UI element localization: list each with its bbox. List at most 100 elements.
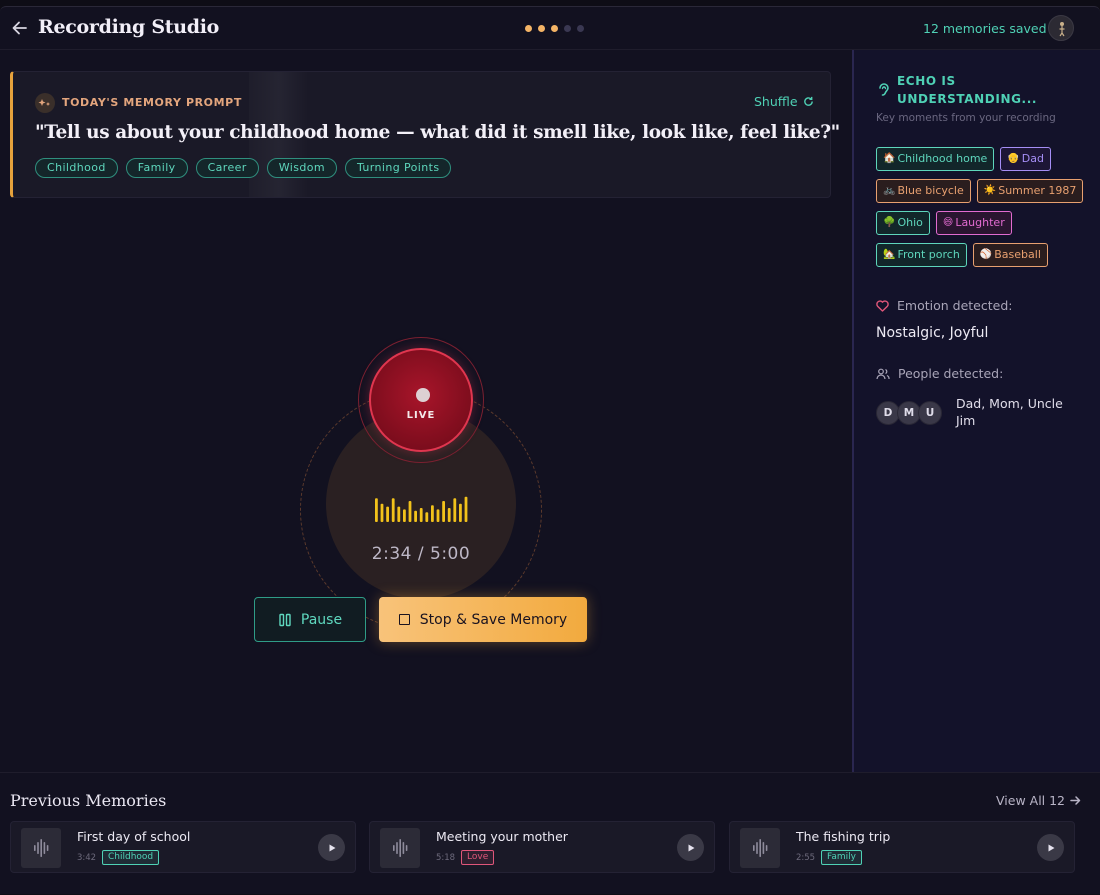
memories-saved-count: 12 memories saved bbox=[923, 21, 1047, 36]
chip-label: Ohio bbox=[897, 216, 923, 229]
prompt-question: "Tell us about your childhood home — wha… bbox=[35, 122, 840, 143]
refresh-icon bbox=[803, 96, 813, 106]
memory-tag: Family bbox=[821, 850, 862, 865]
stop-save-button[interactable]: Stop & Save Memory bbox=[379, 597, 587, 642]
thumb-wave-bar bbox=[759, 839, 761, 857]
key-moment-chip[interactable]: 🏡 Front porch bbox=[876, 243, 967, 267]
tag-career[interactable]: Career bbox=[195, 158, 259, 178]
play-icon bbox=[1048, 844, 1054, 851]
waveform-icon bbox=[34, 839, 49, 857]
page-title: Recording Studio bbox=[38, 16, 220, 38]
key-moment-chip[interactable]: 🏠 Childhood home bbox=[876, 147, 995, 171]
view-all-link[interactable]: View All 12 bbox=[996, 793, 1081, 808]
pause-icon bbox=[279, 613, 291, 626]
user-avatar[interactable] bbox=[1048, 15, 1074, 41]
waveform-icon bbox=[753, 839, 768, 857]
chip-label: Summer 1987 bbox=[998, 184, 1077, 197]
thumb-wave-bar bbox=[405, 845, 408, 851]
key-moment-chip[interactable]: 🌳 Ohio bbox=[876, 211, 930, 235]
thumb-wave-bar bbox=[396, 842, 398, 854]
chip-label: Childhood home bbox=[897, 152, 988, 165]
chip-label: Baseball bbox=[994, 248, 1041, 261]
waveform-icon bbox=[393, 839, 408, 857]
memory-title: The fishing trip bbox=[796, 829, 891, 844]
memory-thumbnail bbox=[21, 828, 61, 868]
waveform-bar bbox=[391, 498, 395, 522]
waveform-bar bbox=[464, 496, 468, 522]
audio-waveform bbox=[375, 496, 468, 522]
chip-emoji-icon: ☀️ bbox=[983, 185, 997, 196]
memory-card[interactable]: Meeting your mother 5:18 Love bbox=[369, 821, 715, 873]
key-moment-chip[interactable]: 🚲 Blue bicycle bbox=[876, 179, 971, 203]
chip-emoji-icon: ⚾ bbox=[979, 249, 993, 260]
chip-emoji-icon: 🏡 bbox=[883, 249, 896, 260]
shuffle-button[interactable]: Shuffle bbox=[754, 94, 814, 109]
tag-childhood[interactable]: Childhood bbox=[35, 158, 118, 178]
tag-wisdom[interactable]: Wisdom bbox=[266, 158, 337, 178]
thumb-wave-bar bbox=[46, 845, 49, 851]
people-label-row: People detected: bbox=[876, 366, 1003, 381]
chip-label: Blue bicycle bbox=[897, 184, 964, 197]
chip-label: Laughter bbox=[955, 216, 1005, 229]
thumb-wave-bar bbox=[37, 842, 39, 854]
back-arrow-icon[interactable] bbox=[10, 18, 30, 38]
play-button[interactable] bbox=[677, 834, 704, 861]
profile-figure-icon bbox=[1059, 22, 1065, 37]
memory-card[interactable]: First day of school 3:42 Childhood bbox=[10, 821, 356, 873]
key-moment-chips: 🏠 Childhood home 👴 Dad 🚲 Blue bicycle ☀️ Summer… bbox=[876, 147, 1096, 267]
echo-insights-panel: ECHO IS UNDERSTANDING... Key moments fro… bbox=[852, 50, 1100, 772]
record-dot-icon bbox=[416, 388, 430, 402]
memory-card[interactable]: The fishing trip 2:55 Family bbox=[729, 821, 1075, 873]
live-record-button[interactable]: LIVE bbox=[369, 348, 473, 452]
waveform-bar bbox=[403, 509, 406, 522]
stop-save-label: Stop & Save Memory bbox=[419, 611, 568, 628]
emotion-value: Nostalgic, Joyful bbox=[876, 325, 989, 341]
play-button[interactable] bbox=[318, 834, 345, 861]
prompt-tags: Childhood Family Career Wisdom Turning P… bbox=[35, 158, 452, 178]
thumb-wave-bar bbox=[753, 845, 755, 851]
memory-duration: 2:55 bbox=[796, 853, 816, 863]
progress-dot bbox=[564, 25, 571, 32]
waveform-bar bbox=[442, 501, 445, 522]
memory-thumbnail bbox=[740, 828, 780, 868]
waveform-bar bbox=[436, 509, 440, 522]
recording-studio-window: Recording Studio 12 memories saved TODAY… bbox=[0, 6, 1100, 894]
waveform-bar bbox=[459, 503, 462, 522]
pause-button[interactable]: Pause bbox=[254, 597, 366, 642]
chip-label: Dad bbox=[1021, 152, 1044, 165]
key-moment-chip[interactable]: 👴 Dad bbox=[1000, 147, 1051, 171]
view-all-label: View All 12 bbox=[996, 793, 1066, 808]
prompt-label: TODAY'S MEMORY PROMPT bbox=[62, 96, 242, 109]
key-moment-chip[interactable]: ☀️ Summer 1987 bbox=[976, 179, 1084, 203]
tag-turning-points[interactable]: Turning Points bbox=[344, 158, 452, 178]
chip-label: Front porch bbox=[897, 248, 960, 261]
recording-timer: 2:34 / 5:00 bbox=[371, 544, 471, 564]
play-icon bbox=[688, 844, 694, 851]
waveform-bar bbox=[419, 508, 423, 522]
memory-title: First day of school bbox=[77, 829, 191, 844]
progress-dots bbox=[525, 25, 584, 32]
progress-dot bbox=[525, 25, 532, 32]
key-moment-chip[interactable]: ⚾ Baseball bbox=[972, 243, 1048, 267]
people-names: Dad, Mom, Uncle Jim bbox=[956, 396, 1063, 428]
play-button[interactable] bbox=[1037, 834, 1064, 861]
key-moment-chip[interactable]: 😄 Laughter bbox=[935, 211, 1012, 235]
thumb-wave-bar bbox=[43, 842, 46, 854]
waveform-bar bbox=[380, 503, 384, 522]
memory-tag: Love bbox=[461, 850, 495, 865]
waveform-bar bbox=[425, 512, 429, 522]
emotion-label: Emotion detected: bbox=[897, 298, 1013, 313]
waveform-bar bbox=[447, 508, 451, 522]
waveform-bar bbox=[397, 506, 401, 522]
echo-subtitle: Key moments from your recording bbox=[876, 112, 1056, 124]
thumb-wave-bar bbox=[393, 845, 395, 851]
waveform-bar bbox=[408, 501, 412, 522]
emotion-label-row: Emotion detected: bbox=[876, 298, 1012, 313]
previous-memories-section: Previous Memories View All 12 First day … bbox=[0, 772, 1100, 894]
memory-duration: 5:18 bbox=[436, 853, 456, 863]
person-avatar-u: U bbox=[918, 401, 942, 425]
thumb-wave-bar bbox=[399, 839, 401, 857]
tag-family[interactable]: Family bbox=[125, 158, 188, 178]
arrow-right-icon bbox=[1070, 796, 1081, 805]
ear-icon bbox=[879, 83, 889, 96]
